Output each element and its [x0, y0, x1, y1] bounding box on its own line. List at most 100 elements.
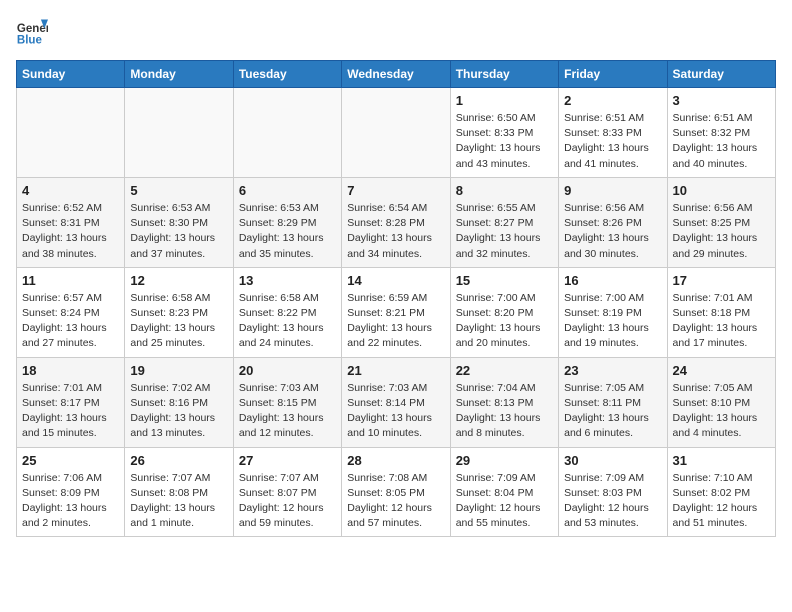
day-detail: Sunrise: 6:56 AM Sunset: 8:26 PM Dayligh… — [564, 201, 661, 262]
day-detail: Sunrise: 7:09 AM Sunset: 8:03 PM Dayligh… — [564, 471, 661, 532]
day-number: 19 — [130, 363, 227, 378]
day-number: 3 — [673, 93, 770, 108]
calendar-cell-w0d2 — [233, 88, 341, 178]
calendar-cell-w0d4: 1 Sunrise: 6:50 AM Sunset: 8:33 PM Daylig… — [450, 88, 558, 178]
calendar-cell-w3d5: 23 Sunrise: 7:05 AM Sunset: 8:11 PM Dayli… — [559, 357, 667, 447]
calendar-cell-w3d1: 19 Sunrise: 7:02 AM Sunset: 8:16 PM Dayli… — [125, 357, 233, 447]
day-detail: Sunrise: 7:01 AM Sunset: 8:18 PM Dayligh… — [673, 291, 770, 352]
day-detail: Sunrise: 7:05 AM Sunset: 8:11 PM Dayligh… — [564, 381, 661, 442]
day-detail: Sunrise: 7:00 AM Sunset: 8:20 PM Dayligh… — [456, 291, 553, 352]
calendar-cell-w0d0 — [17, 88, 125, 178]
page-header: General Blue — [16, 16, 776, 48]
day-detail: Sunrise: 6:53 AM Sunset: 8:29 PM Dayligh… — [239, 201, 336, 262]
day-detail: Sunrise: 6:58 AM Sunset: 8:22 PM Dayligh… — [239, 291, 336, 352]
day-number: 20 — [239, 363, 336, 378]
day-detail: Sunrise: 6:59 AM Sunset: 8:21 PM Dayligh… — [347, 291, 444, 352]
calendar-cell-w1d4: 8 Sunrise: 6:55 AM Sunset: 8:27 PM Daylig… — [450, 177, 558, 267]
day-number: 15 — [456, 273, 553, 288]
calendar-cell-w3d4: 22 Sunrise: 7:04 AM Sunset: 8:13 PM Dayli… — [450, 357, 558, 447]
calendar-cell-w4d2: 27 Sunrise: 7:07 AM Sunset: 8:07 PM Dayli… — [233, 447, 341, 537]
calendar-cell-w0d3 — [342, 88, 450, 178]
day-detail: Sunrise: 6:56 AM Sunset: 8:25 PM Dayligh… — [673, 201, 770, 262]
day-number: 7 — [347, 183, 444, 198]
day-number: 8 — [456, 183, 553, 198]
day-detail: Sunrise: 6:53 AM Sunset: 8:30 PM Dayligh… — [130, 201, 227, 262]
calendar-cell-w1d6: 10 Sunrise: 6:56 AM Sunset: 8:25 PM Dayli… — [667, 177, 775, 267]
day-detail: Sunrise: 7:09 AM Sunset: 8:04 PM Dayligh… — [456, 471, 553, 532]
weekday-header-monday: Monday — [125, 61, 233, 88]
calendar-cell-w1d3: 7 Sunrise: 6:54 AM Sunset: 8:28 PM Daylig… — [342, 177, 450, 267]
weekday-header-wednesday: Wednesday — [342, 61, 450, 88]
calendar-cell-w2d4: 15 Sunrise: 7:00 AM Sunset: 8:20 PM Dayli… — [450, 267, 558, 357]
calendar-cell-w3d3: 21 Sunrise: 7:03 AM Sunset: 8:14 PM Dayli… — [342, 357, 450, 447]
day-number: 10 — [673, 183, 770, 198]
calendar-cell-w4d1: 26 Sunrise: 7:07 AM Sunset: 8:08 PM Dayli… — [125, 447, 233, 537]
logo-icon: General Blue — [16, 16, 48, 48]
calendar-cell-w3d0: 18Sunrise: 7:01 AM Sunset: 8:17 PM Dayli… — [17, 357, 125, 447]
day-number: 30 — [564, 453, 661, 468]
calendar-cell-w3d2: 20 Sunrise: 7:03 AM Sunset: 8:15 PM Dayli… — [233, 357, 341, 447]
day-number: 22 — [456, 363, 553, 378]
day-detail: Sunrise: 6:54 AM Sunset: 8:28 PM Dayligh… — [347, 201, 444, 262]
day-detail: Sunrise: 7:08 AM Sunset: 8:05 PM Dayligh… — [347, 471, 444, 532]
day-detail: Sunrise: 7:03 AM Sunset: 8:15 PM Dayligh… — [239, 381, 336, 442]
day-number: 4 — [22, 183, 119, 198]
day-number: 31 — [673, 453, 770, 468]
weekday-header-friday: Friday — [559, 61, 667, 88]
day-number: 26 — [130, 453, 227, 468]
day-number: 25 — [22, 453, 119, 468]
day-detail: Sunrise: 6:51 AM Sunset: 8:33 PM Dayligh… — [564, 111, 661, 172]
day-detail: Sunrise: 7:07 AM Sunset: 8:08 PM Dayligh… — [130, 471, 227, 532]
day-number: 16 — [564, 273, 661, 288]
day-number: 23 — [564, 363, 661, 378]
day-number: 14 — [347, 273, 444, 288]
day-detail: Sunrise: 7:03 AM Sunset: 8:14 PM Dayligh… — [347, 381, 444, 442]
weekday-header-tuesday: Tuesday — [233, 61, 341, 88]
calendar-cell-w3d6: 24 Sunrise: 7:05 AM Sunset: 8:10 PM Dayli… — [667, 357, 775, 447]
calendar-cell-w0d6: 3 Sunrise: 6:51 AM Sunset: 8:32 PM Daylig… — [667, 88, 775, 178]
calendar-cell-w2d5: 16Sunrise: 7:00 AM Sunset: 8:19 PM Dayli… — [559, 267, 667, 357]
calendar-cell-w1d5: 9 Sunrise: 6:56 AM Sunset: 8:26 PM Daylig… — [559, 177, 667, 267]
day-number: 27 — [239, 453, 336, 468]
day-detail: Sunrise: 7:02 AM Sunset: 8:16 PM Dayligh… — [130, 381, 227, 442]
day-number: 1 — [456, 93, 553, 108]
calendar-cell-w0d5: 2 Sunrise: 6:51 AM Sunset: 8:33 PM Daylig… — [559, 88, 667, 178]
day-detail: Sunrise: 6:50 AM Sunset: 8:33 PM Dayligh… — [456, 111, 553, 172]
day-number: 21 — [347, 363, 444, 378]
calendar-cell-w4d3: 28 Sunrise: 7:08 AM Sunset: 8:05 PM Dayli… — [342, 447, 450, 537]
day-detail: Sunrise: 6:57 AM Sunset: 8:24 PM Dayligh… — [22, 291, 119, 352]
day-number: 28 — [347, 453, 444, 468]
calendar-cell-w4d4: 29 Sunrise: 7:09 AM Sunset: 8:04 PM Dayli… — [450, 447, 558, 537]
day-number: 24 — [673, 363, 770, 378]
day-number: 2 — [564, 93, 661, 108]
day-number: 9 — [564, 183, 661, 198]
day-number: 29 — [456, 453, 553, 468]
day-detail: Sunrise: 6:55 AM Sunset: 8:27 PM Dayligh… — [456, 201, 553, 262]
weekday-header-saturday: Saturday — [667, 61, 775, 88]
day-detail: Sunrise: 7:01 AM Sunset: 8:17 PM Dayligh… — [22, 381, 119, 442]
day-number: 12 — [130, 273, 227, 288]
calendar-cell-w4d0: 25 Sunrise: 7:06 AM Sunset: 8:09 PM Dayli… — [17, 447, 125, 537]
day-number: 11 — [22, 273, 119, 288]
calendar-cell-w2d1: 12 Sunrise: 6:58 AM Sunset: 8:23 PM Dayli… — [125, 267, 233, 357]
day-detail: Sunrise: 7:04 AM Sunset: 8:13 PM Dayligh… — [456, 381, 553, 442]
day-detail: Sunrise: 7:05 AM Sunset: 8:10 PM Dayligh… — [673, 381, 770, 442]
weekday-header-thursday: Thursday — [450, 61, 558, 88]
calendar-cell-w1d1: 5 Sunrise: 6:53 AM Sunset: 8:30 PM Daylig… — [125, 177, 233, 267]
calendar-cell-w4d5: 30 Sunrise: 7:09 AM Sunset: 8:03 PM Dayli… — [559, 447, 667, 537]
calendar-cell-w2d2: 13Sunrise: 6:58 AM Sunset: 8:22 PM Dayli… — [233, 267, 341, 357]
day-number: 5 — [130, 183, 227, 198]
day-detail: Sunrise: 7:06 AM Sunset: 8:09 PM Dayligh… — [22, 471, 119, 532]
calendar-cell-w2d6: 17 Sunrise: 7:01 AM Sunset: 8:18 PM Dayli… — [667, 267, 775, 357]
day-number: 6 — [239, 183, 336, 198]
day-number: 17 — [673, 273, 770, 288]
weekday-header-sunday: Sunday — [17, 61, 125, 88]
day-detail: Sunrise: 6:51 AM Sunset: 8:32 PM Dayligh… — [673, 111, 770, 172]
calendar-cell-w2d3: 14 Sunrise: 6:59 AM Sunset: 8:21 PM Dayli… — [342, 267, 450, 357]
day-detail: Sunrise: 6:58 AM Sunset: 8:23 PM Dayligh… — [130, 291, 227, 352]
calendar-cell-w1d2: 6 Sunrise: 6:53 AM Sunset: 8:29 PM Daylig… — [233, 177, 341, 267]
day-detail: Sunrise: 7:07 AM Sunset: 8:07 PM Dayligh… — [239, 471, 336, 532]
day-detail: Sunrise: 7:10 AM Sunset: 8:02 PM Dayligh… — [673, 471, 770, 532]
calendar-cell-w0d1 — [125, 88, 233, 178]
calendar-cell-w1d0: 4Sunrise: 6:52 AM Sunset: 8:31 PM Daylig… — [17, 177, 125, 267]
